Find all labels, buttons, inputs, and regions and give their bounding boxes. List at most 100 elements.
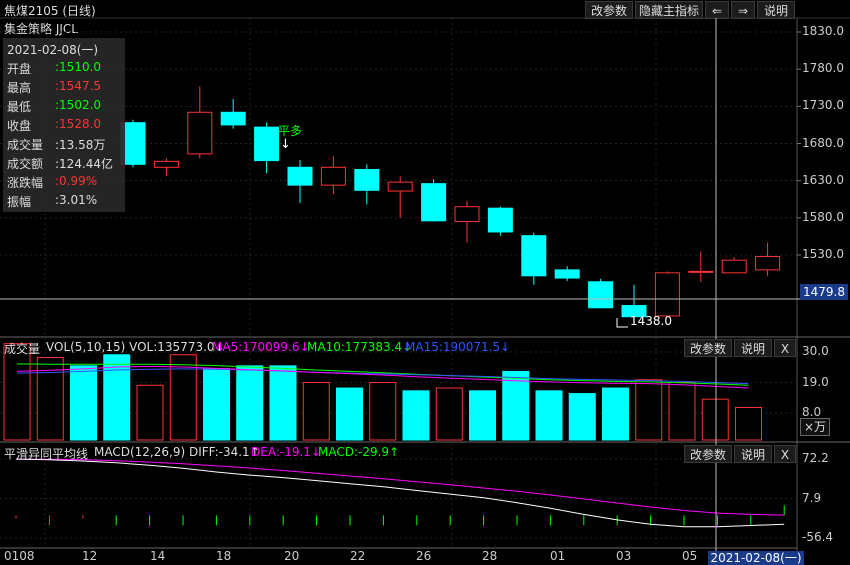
volume-bar: [668, 382, 696, 441]
candle-body: [287, 166, 313, 186]
info-value: :1502.0: [55, 98, 102, 112]
price-tick-label: 1630.0: [802, 172, 844, 187]
volume-bar: [568, 393, 596, 441]
info-label: 成交额: [7, 157, 44, 171]
volume-params-button[interactable]: 改参数: [684, 339, 732, 357]
candle-body: [220, 111, 246, 126]
macd-dea: DEA:-19.1↓: [251, 445, 321, 459]
info-value: :3.01%: [55, 193, 98, 207]
low-price-label: 1438.0: [630, 314, 672, 328]
price-tick-label: 1730.0: [802, 98, 844, 113]
volume-bar: [502, 370, 530, 441]
volume-ma10: MA10:177383.4↓: [307, 340, 413, 354]
macd-params: MACD(12,26,9) DIFF:-34.1↑: [94, 445, 260, 459]
volume-bar: [136, 384, 164, 441]
volume-bar: [635, 379, 663, 441]
info-value: :124.44亿: [55, 157, 114, 171]
date-tick-label: 20: [284, 549, 300, 563]
info-value: :13.58万: [55, 138, 106, 152]
candle-body: [554, 269, 580, 279]
crosshair-price-label: 1479.8: [800, 284, 848, 300]
info-label: 成交量: [7, 138, 44, 152]
date-tick-label: 12: [82, 549, 98, 563]
info-label: 收盘: [7, 119, 32, 133]
volume-bar: [701, 398, 729, 441]
info-label: 振幅: [7, 195, 32, 209]
candle-body: [588, 281, 614, 309]
info-label: 涨跌幅: [7, 176, 44, 190]
date-tick-label: 14: [150, 549, 166, 563]
candle-body: [654, 272, 680, 317]
date-tick-label: 05: [682, 549, 698, 563]
info-date: 2021-02-08(一): [7, 43, 99, 57]
info-value: :1528.0: [55, 117, 102, 131]
macd-value: MACD:-29.9↑: [318, 445, 400, 459]
volume-bar: [469, 390, 496, 441]
price-tick-label: 1830.0: [802, 24, 844, 38]
volume-ma15: MA15:190071.5↓: [405, 340, 511, 354]
date-tick-label: 01: [550, 549, 566, 563]
info-label: 最低: [7, 100, 32, 114]
price-tick-label: 1580.0: [802, 209, 844, 224]
candle-body: [721, 259, 747, 274]
volume-bar: [236, 365, 264, 441]
kline-chart[interactable]: [0, 0, 850, 565]
candle-body: [187, 111, 213, 155]
candle-body: [755, 255, 781, 271]
volume-bar: [435, 387, 463, 441]
volume-params: VOL(5,10,15) VOL:135773.0↓: [46, 340, 225, 354]
signal-arrow-icon: ↓: [280, 137, 291, 152]
volume-bar: [735, 406, 762, 441]
volume-tick-label: 8.0: [802, 405, 822, 419]
candle-body: [354, 169, 380, 191]
price-tick-label: 1530.0: [802, 247, 844, 261]
crosshair-date-label: 2021-02-08(一): [708, 551, 804, 565]
low-marker: [616, 318, 628, 328]
info-value: :0.99%: [55, 174, 98, 188]
volume-close-button[interactable]: X: [774, 339, 796, 357]
volume-bar: [203, 368, 230, 441]
volume-bar: [402, 390, 430, 441]
info-value: :1510.0: [55, 60, 102, 74]
macd-tick-label: -56.4: [802, 530, 834, 544]
volume-bar: [3, 343, 31, 441]
volume-bar: [535, 390, 563, 441]
candle-body: [487, 207, 513, 233]
volume-unit-label: ×万: [800, 418, 830, 436]
macd-close-button[interactable]: X: [774, 445, 796, 463]
candle-body: [688, 270, 714, 273]
macd-title: 平滑异同平均线: [4, 447, 89, 461]
info-label: 最高: [7, 81, 32, 95]
date-tick-label: 26: [416, 549, 432, 563]
volume-bar: [302, 382, 330, 441]
volume-bar: [269, 365, 297, 441]
candle-body: [153, 160, 179, 168]
volume-bar: [336, 387, 363, 441]
candle-body: [421, 183, 447, 222]
date-tick-label: 28: [482, 549, 498, 563]
volume-ma5: MA5:170099.6↓: [212, 340, 310, 354]
price-tick-label: 1780.0: [802, 61, 844, 76]
date-tick-label: 18: [216, 549, 232, 563]
macd-help-button[interactable]: 说明: [734, 445, 772, 463]
info-value: :1547.5: [55, 79, 102, 93]
candle-body: [454, 206, 480, 223]
macd-tick-label: 72.2: [802, 451, 829, 465]
macd-params-button[interactable]: 改参数: [684, 445, 732, 463]
candle-body: [387, 181, 413, 192]
info-label: 开盘: [7, 62, 32, 76]
volume-tick-label: 19.0: [802, 374, 829, 389]
volume-help-button[interactable]: 说明: [734, 339, 772, 357]
macd-tick-label: 7.9: [802, 490, 822, 505]
date-tick-label: 0108: [4, 549, 35, 563]
volume-title: 成交量: [4, 342, 41, 356]
candle-body: [521, 235, 547, 277]
price-tick-label: 1680.0: [802, 135, 844, 150]
candle-body: [254, 126, 280, 162]
volume-bar: [369, 382, 397, 441]
volume-tick-label: 30.0: [802, 344, 829, 358]
candle-body: [320, 166, 346, 186]
date-tick-label: 03: [616, 549, 632, 563]
date-tick-label: 22: [350, 549, 366, 563]
info-panel: 2021-02-08(一) 开盘 :1510.0 最高 :1547.5 最低 :1502.…: [3, 38, 125, 212]
